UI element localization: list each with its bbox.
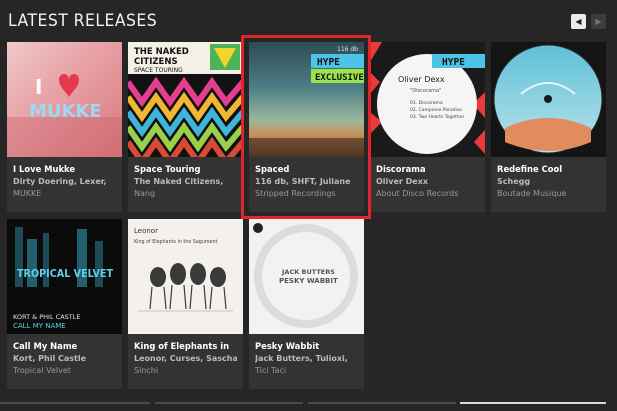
release-card[interactable]: I MUKKE I Love Mukke Dirty Doering, Lexe… (7, 42, 122, 212)
release-label[interactable]: About Disco Records (376, 189, 479, 198)
release-title[interactable]: Call My Name (13, 341, 116, 351)
hype-badge: HYPE (442, 57, 465, 68)
pagination-segment-active[interactable] (460, 402, 606, 404)
svg-text:CITIZENS: CITIZENS (134, 57, 178, 67)
release-artists[interactable]: Dirty Doering, Lexer, (13, 177, 116, 186)
release-artists[interactable]: Oliver Dexx (376, 177, 479, 186)
release-artwork[interactable]: 116 db HYPE EXCLUSIVE (249, 42, 364, 157)
release-title[interactable]: Spaced (255, 164, 358, 174)
pagination-segment[interactable] (0, 402, 150, 404)
release-title[interactable]: King of Elephants in (134, 341, 237, 351)
release-title[interactable]: Space Touring (134, 164, 237, 174)
release-artwork[interactable] (491, 42, 606, 157)
release-artwork[interactable]: JACK BUTTERS PESKY WABBIT (249, 219, 364, 334)
release-artwork[interactable]: Leonor King of Elephants in the Sagument (128, 219, 243, 334)
release-label[interactable]: Nang (134, 189, 237, 198)
mukke-i-text: I (35, 75, 42, 99)
spaced-artwork-svg: 116 db HYPE EXCLUSIVE (249, 46, 364, 157)
naked-citizens-artwork-svg: THE NAKED CITIZENS SPACE TOURING (128, 42, 243, 157)
svg-text:SPACE TOURING: SPACE TOURING (134, 67, 183, 74)
release-card[interactable]: Leonor King of Elephants in the Sagument… (128, 219, 243, 389)
svg-text:King of Elephants in the Sagum: King of Elephants in the Sagument (134, 239, 218, 245)
carousel-next-button[interactable]: ▶ (591, 14, 606, 29)
carousel-prev-button[interactable]: ◀ (571, 14, 586, 29)
carousel-pagination[interactable] (0, 398, 617, 411)
hype-badge: HYPE (317, 57, 340, 68)
release-label[interactable]: MUKKE (13, 189, 116, 198)
release-artists[interactable]: Schegg (497, 177, 600, 186)
release-card[interactable]: 116 db HYPE EXCLUSIVE Spaced 116 db, SHF… (249, 42, 364, 212)
chevron-left-icon: ◀ (575, 16, 582, 26)
release-artwork[interactable]: TROPICAL VELVET KORT & PHIL CASTLE CALL … (7, 219, 122, 334)
release-artists[interactable]: Kort, Phil Castle (13, 354, 116, 363)
release-card[interactable]: TROPICAL VELVET KORT & PHIL CASTLE CALL … (7, 219, 122, 389)
call-my-name-artwork-svg: TROPICAL VELVET KORT & PHIL CASTLE CALL … (13, 227, 113, 330)
release-label[interactable]: Tici Taci (255, 366, 358, 375)
mukke-logo-text: MUKKE (29, 101, 102, 122)
pesky-wabbit-artwork-svg: JACK BUTTERS PESKY WABBIT (253, 223, 358, 328)
release-title[interactable]: Pesky Wabbit (255, 341, 358, 351)
release-artists[interactable]: Leonor, Curses, Sascha (134, 354, 237, 363)
exclusive-badge: EXCLUSIVE (315, 73, 364, 83)
release-card[interactable]: HYPE Oliver Dexx "Discorama" 01. Discora… (370, 42, 485, 212)
svg-text:CALL MY NAME: CALL MY NAME (13, 322, 66, 330)
svg-text:02. Campione Paradiso: 02. Campione Paradiso (410, 107, 462, 113)
svg-text:TROPICAL VELVET: TROPICAL VELVET (17, 267, 113, 280)
release-card[interactable]: Redefine Cool Schegg Boutade Musique (491, 42, 606, 212)
svg-text:01. Discorama: 01. Discorama (410, 100, 443, 106)
release-title[interactable]: Redefine Cool (497, 164, 600, 174)
svg-text:116 db: 116 db (337, 46, 358, 53)
release-artists[interactable]: The Naked Citizens, (134, 177, 237, 186)
svg-text:Oliver Dexx: Oliver Dexx (398, 75, 445, 84)
release-artwork[interactable]: I MUKKE (7, 42, 122, 157)
release-card[interactable]: THE NAKED CITIZENS SPACE TOURING Space T… (128, 42, 243, 212)
release-label[interactable]: Boutade Musique (497, 189, 600, 198)
svg-text:"Discorama": "Discorama" (410, 88, 441, 94)
release-artwork[interactable]: THE NAKED CITIZENS SPACE TOURING (128, 42, 243, 157)
svg-text:03. Two Hearts Together: 03. Two Hearts Together (410, 114, 465, 120)
svg-text:THE NAKED: THE NAKED (134, 47, 189, 57)
release-title[interactable]: Discorama (376, 164, 479, 174)
redefine-cool-artwork-svg (493, 44, 603, 154)
release-label[interactable]: Stripped Recordings (255, 189, 358, 198)
pagination-segment[interactable] (308, 402, 456, 404)
pagination-segment[interactable] (155, 402, 303, 404)
release-label[interactable]: Tropical Velvet (13, 366, 116, 375)
discorama-artwork-svg: HYPE Oliver Dexx "Discorama" 01. Discora… (370, 42, 485, 154)
svg-text:PESKY WABBIT: PESKY WABBIT (279, 277, 338, 285)
svg-text:Leonor: Leonor (134, 227, 158, 235)
mukke-artwork-svg: I MUKKE (7, 74, 122, 157)
release-artists[interactable]: Jack Butters, Tulioxi, (255, 354, 358, 363)
king-of-elephants-artwork-svg: Leonor King of Elephants in the Sagument (134, 227, 233, 312)
release-card[interactable]: JACK BUTTERS PESKY WABBIT Pesky Wabbit J… (249, 219, 364, 389)
section-header: LATEST RELEASES ◀ ▶ (8, 10, 609, 34)
svg-text:JACK BUTTERS: JACK BUTTERS (281, 268, 335, 276)
chevron-right-icon: ▶ (595, 16, 602, 26)
section-title: LATEST RELEASES (8, 11, 158, 31)
svg-text:KORT & PHIL CASTLE: KORT & PHIL CASTLE (13, 313, 80, 321)
release-artists[interactable]: 116 db, SHFT, Juliane (255, 177, 358, 186)
release-title[interactable]: I Love Mukke (13, 164, 116, 174)
release-label[interactable]: Sinchi (134, 366, 237, 375)
release-artwork[interactable]: HYPE Oliver Dexx "Discorama" 01. Discora… (370, 42, 485, 157)
